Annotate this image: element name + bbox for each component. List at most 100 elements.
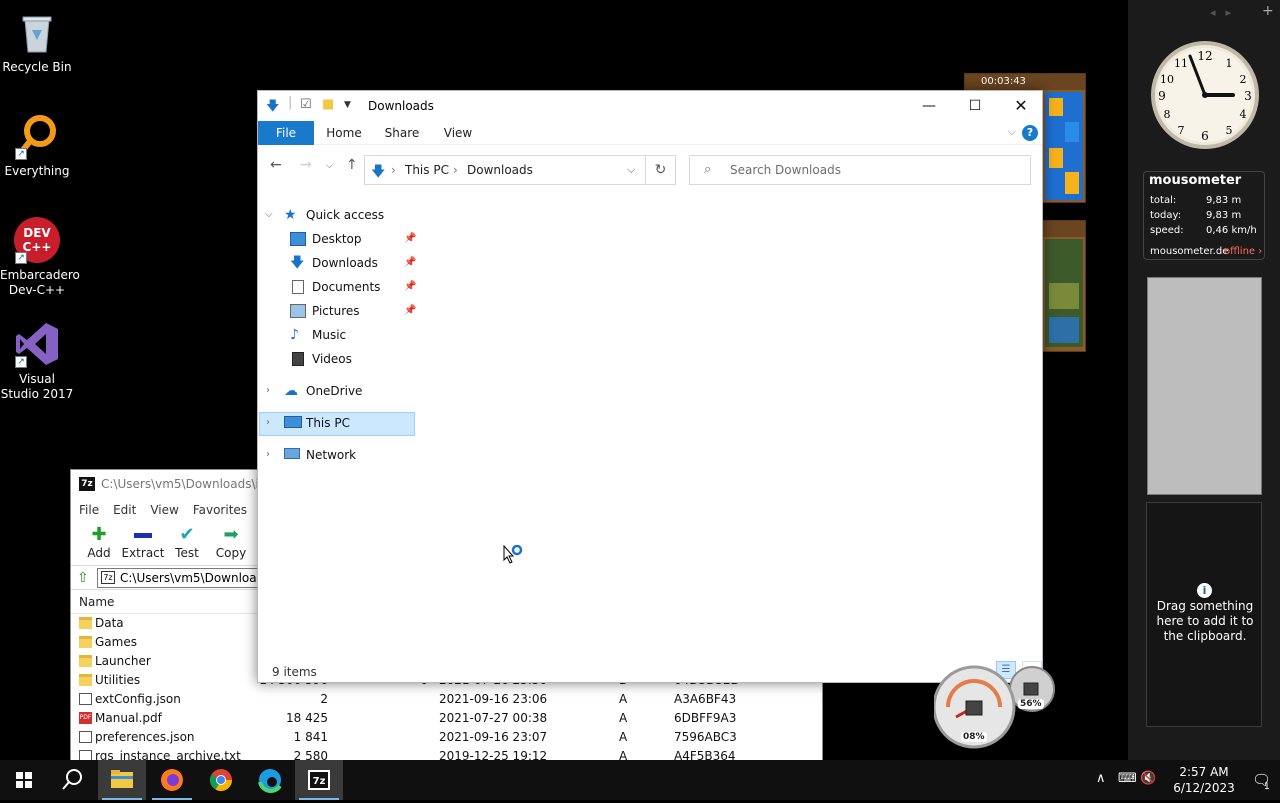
add-button[interactable]: ✚ Add <box>77 520 121 565</box>
file-name: Launcher <box>95 654 151 668</box>
windows-logo-icon <box>16 772 32 788</box>
desktop-icon <box>290 232 306 246</box>
file-size: 18 425 <box>286 711 328 725</box>
explorer-window[interactable]: 🡇 | ☑ ■ ▼ Downloads — ☐ ✕ File Home Shar… <box>257 90 1043 683</box>
folder-icon <box>79 655 92 667</box>
sidebar-nav-arrows-icon[interactable]: ◂▸ <box>1210 6 1241 19</box>
forward-button[interactable]: → <box>300 157 312 173</box>
tab-share[interactable]: Share <box>378 121 426 145</box>
tab-home[interactable]: Home <box>320 121 368 145</box>
table-row[interactable]: extConfig.json 2 2021-09-16 23:06 A A3A6BF43 <box>71 690 822 709</box>
crc: 6DBFF9A3 <box>674 711 737 725</box>
volume-muted-icon[interactable]: 🔇 <box>1140 771 1156 786</box>
network-expander-icon[interactable]: › <box>266 449 270 460</box>
desktop-icon-recycle-bin[interactable]: Recycle Bin <box>0 8 74 75</box>
address-bar[interactable]: 🡇 › This PC › Downloads ⌵ <box>364 155 646 185</box>
breadcrumb-this-pc[interactable]: This PC <box>405 163 449 177</box>
photo-gadget-2[interactable] <box>1040 220 1086 352</box>
file-icon <box>79 750 92 760</box>
menu-edit[interactable]: Edit <box>113 500 136 520</box>
file-name: extConfig.json <box>95 692 181 706</box>
downloads-folder-icon: 🡇 <box>371 164 386 180</box>
file-name: Games <box>95 635 137 649</box>
expand-ribbon-icon[interactable]: ⌵ <box>1008 125 1016 139</box>
quick-access-expander-icon[interactable]: ⌵ <box>265 209 273 220</box>
menu-file[interactable]: File <box>79 500 99 520</box>
close-button[interactable]: ✕ <box>998 91 1044 121</box>
mousometer-status[interactable]: offline › <box>1224 246 1262 257</box>
properties-icon[interactable]: ☑ <box>300 97 312 112</box>
desktop-icon-visual-studio[interactable]: ↗ Visual Studio 2017 <box>0 320 74 402</box>
onedrive-expander-icon[interactable]: › <box>266 385 270 396</box>
meter-memory-value: 56% <box>1018 699 1044 709</box>
busy-cursor-icon <box>503 544 525 567</box>
recent-locations-icon[interactable]: ⌵ <box>326 161 333 171</box>
taskbar-chrome[interactable] <box>197 760 245 800</box>
help-icon[interactable]: ? <box>1022 125 1038 141</box>
modified-date: 2019-12-25 19:12 <box>439 749 548 760</box>
up-button[interactable]: ↑ <box>346 157 358 173</box>
attributes: A <box>619 711 628 725</box>
star-icon: ★ <box>284 207 297 223</box>
taskbar: 7z ∧ ⌨ 🔇 2:57 AM 6/12/2023 🗨 1 <box>0 760 1280 800</box>
taskbar-file-explorer[interactable] <box>98 760 146 800</box>
window-title: Downloads <box>368 99 434 113</box>
table-row[interactable]: preferences.json 1 841 2021-09-16 23:07 A 75… <box>71 728 822 747</box>
firefox-icon <box>161 769 183 791</box>
clock-datetime[interactable]: 2:57 AM 6/12/2023 <box>1164 764 1244 796</box>
cpu-meter-gadget[interactable]: 08% 56% <box>932 665 1058 751</box>
file-view-area[interactable] <box>418 203 1042 655</box>
slideshow-gadget[interactable] <box>1147 277 1262 495</box>
taskbar-firefox[interactable] <box>148 760 196 800</box>
tab-view[interactable]: View <box>434 121 482 145</box>
menu-view[interactable]: View <box>150 500 178 520</box>
this-pc-expander-icon[interactable]: › <box>266 417 270 428</box>
search-taskbar-button[interactable] <box>48 760 96 800</box>
menu-favorites[interactable]: Favorites <box>193 500 247 520</box>
extract-button[interactable]: Extract <box>121 520 165 565</box>
maximize-button[interactable]: ☐ <box>952 91 998 121</box>
explorer-titlebar[interactable]: 🡇 | ☑ ■ ▼ Downloads — ☐ ✕ <box>258 91 1042 121</box>
modified-date: 2021-09-16 23:06 <box>439 692 548 706</box>
attributes: A <box>619 749 628 760</box>
address-dropdown-icon[interactable]: ⌵ <box>627 163 635 177</box>
network-icon <box>284 448 300 459</box>
taskbar-7zip[interactable]: 7z <box>295 760 343 800</box>
table-row[interactable]: PDF Manual.pdf 18 425 2021-07-27 00:38 A 6DBF… <box>71 709 822 728</box>
search-input[interactable]: ⌕ Search Downloads <box>689 155 1031 185</box>
svg-text:1: 1 <box>1226 57 1233 70</box>
clock-gadget[interactable]: 12 1 2 3 4 5 6 7 8 9 10 11 <box>1150 40 1260 150</box>
back-button[interactable]: ← <box>270 157 282 173</box>
svg-text:12: 12 <box>1197 49 1212 63</box>
desktop-icon-everything[interactable]: ↗ Everything <box>0 112 74 179</box>
file-name: preferences.json <box>95 730 195 744</box>
refresh-button[interactable]: ↻ <box>646 155 676 185</box>
test-button[interactable]: ✔ Test <box>165 520 209 565</box>
pin-icon: 📌 <box>404 233 417 244</box>
clipboard-gadget[interactable]: i Drag something here to add it to the c… <box>1146 502 1262 727</box>
table-row[interactable]: rgs_instance_archive.txt 2 580 2019-12-25 … <box>71 747 822 760</box>
copy-button[interactable]: ➡ Copy <box>209 520 253 565</box>
clipboard-hint: Drag something here to add it to the cli… <box>1156 599 1254 643</box>
network-status-icon[interactable]: ⌨ <box>1118 771 1137 786</box>
desktop-icon-devcpp[interactable]: DEV C++ ↗ Embarcadero Dev-C++ <box>0 216 80 298</box>
taskbar-edge[interactable] <box>246 760 294 800</box>
downloads-arrow-icon: 🡇 <box>290 255 305 271</box>
breadcrumb-downloads[interactable]: Downloads <box>467 163 533 177</box>
show-hidden-icons-icon[interactable]: ∧ <box>1096 771 1106 786</box>
svg-text:7: 7 <box>1178 124 1185 137</box>
attributes: A <box>619 730 628 744</box>
search-icon: ⌕ <box>704 162 712 177</box>
mousometer-site-link[interactable]: mousometer.de <box>1150 246 1228 257</box>
crc: A4F5B364 <box>674 749 736 760</box>
mousometer-gadget[interactable]: mousometer total: 9,83 m today: 9,83 m s… <box>1143 171 1265 260</box>
new-folder-icon[interactable]: ■ <box>322 97 334 112</box>
attributes: A <box>619 692 628 706</box>
modified-date: 2021-07-27 00:38 <box>439 711 548 725</box>
minimize-button[interactable]: — <box>906 91 952 121</box>
add-gadget-button[interactable]: + <box>1262 3 1274 19</box>
tab-file[interactable]: File <box>258 121 314 145</box>
start-button[interactable] <box>0 760 48 800</box>
customize-dropdown-icon[interactable]: ▼ <box>344 100 351 110</box>
folder-up-icon[interactable]: ⇧ <box>77 570 97 586</box>
